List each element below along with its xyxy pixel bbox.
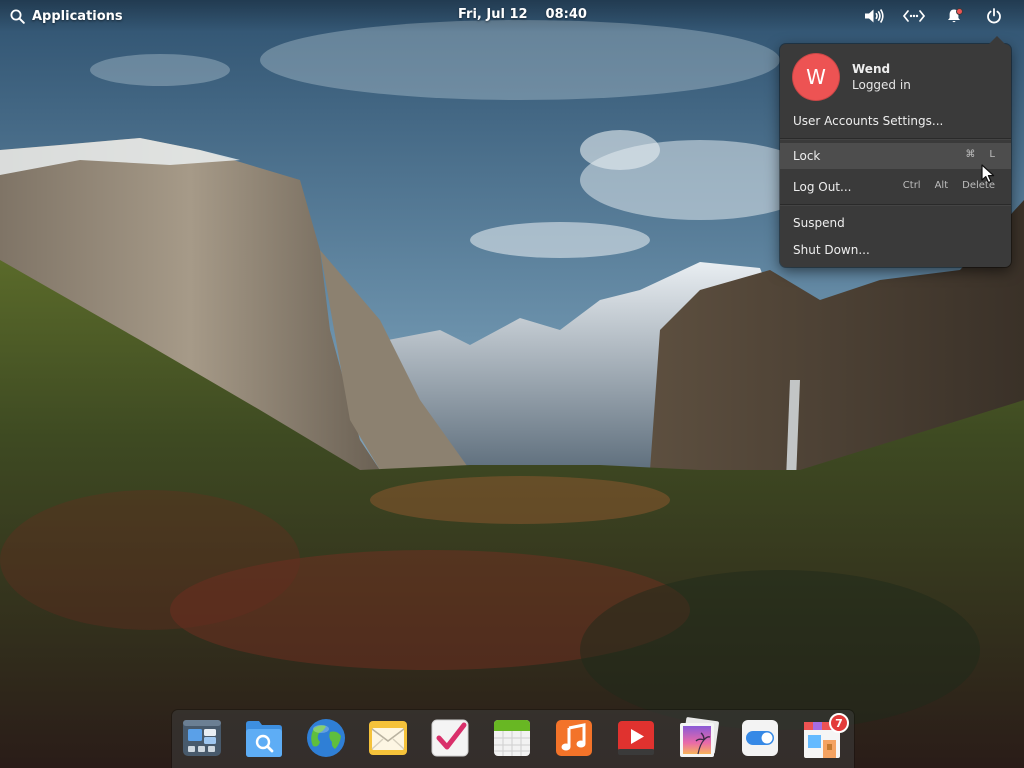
dock-item-mail[interactable] bbox=[366, 716, 410, 760]
date-label: Fri, Jul 12 bbox=[458, 7, 528, 22]
top-panel: Applications Fri, Jul 12 08:40 bbox=[0, 0, 1024, 32]
dock-item-appcenter[interactable]: 7 bbox=[800, 713, 849, 760]
calendar-icon bbox=[494, 720, 530, 756]
dock-item-videos[interactable] bbox=[614, 716, 658, 760]
menu-separator bbox=[780, 138, 1011, 139]
music-icon bbox=[556, 720, 592, 756]
user-name: Wend bbox=[852, 62, 891, 76]
tasks-icon bbox=[431, 719, 469, 757]
network-indicator[interactable] bbox=[894, 4, 934, 28]
applications-label: Applications bbox=[32, 8, 123, 24]
shortcut-key: Ctrl bbox=[902, 180, 921, 191]
dock-item-calendar[interactable] bbox=[490, 716, 534, 760]
user-accounts-settings-label: User Accounts Settings... bbox=[793, 114, 944, 128]
dock-item-files[interactable] bbox=[242, 716, 286, 760]
shortcut-key: L bbox=[989, 149, 995, 160]
volume-icon bbox=[865, 9, 884, 23]
photos-icon bbox=[680, 717, 719, 757]
system-settings-icon bbox=[742, 720, 778, 756]
session-menu-popover: W Wend Logged in User Accounts Settings.… bbox=[780, 36, 1011, 267]
network-icon bbox=[903, 10, 925, 22]
user-account-row[interactable]: W Wend Logged in bbox=[792, 53, 911, 101]
dock-item-system-settings[interactable] bbox=[738, 716, 782, 760]
shut-down-item[interactable]: Shut Down... bbox=[780, 237, 1011, 263]
avatar: W bbox=[792, 53, 840, 101]
applications-menu-button[interactable]: Applications bbox=[10, 6, 123, 26]
mail-icon bbox=[369, 721, 407, 755]
lock-shortcut: ⌘ L bbox=[965, 149, 995, 160]
web-browser-icon bbox=[307, 719, 345, 757]
date-time-indicator[interactable]: Fri, Jul 12 08:40 bbox=[458, 7, 587, 22]
mouse-pointer-icon bbox=[981, 164, 995, 184]
update-count-badge: 7 bbox=[829, 713, 849, 733]
log-out-item[interactable]: Log Out... Ctrl Alt Delete bbox=[780, 174, 1011, 200]
search-icon bbox=[10, 9, 25, 24]
shut-down-label: Shut Down... bbox=[793, 243, 870, 257]
suspend-label: Suspend bbox=[793, 216, 845, 230]
sound-indicator[interactable] bbox=[854, 4, 894, 28]
session-indicator[interactable] bbox=[974, 4, 1014, 28]
menu-separator bbox=[780, 204, 1011, 205]
dock-item-music[interactable] bbox=[552, 716, 596, 760]
dock-item-multitasking-view[interactable] bbox=[180, 716, 224, 760]
time-label: 08:40 bbox=[545, 7, 587, 22]
user-accounts-settings-item[interactable]: User Accounts Settings... bbox=[780, 108, 1011, 134]
log-out-label: Log Out... bbox=[793, 180, 852, 194]
dock-item-tasks[interactable] bbox=[428, 716, 472, 760]
lock-label: Lock bbox=[793, 149, 821, 163]
files-icon bbox=[246, 721, 282, 757]
multitasking-view-icon bbox=[183, 720, 221, 756]
dock: 7 bbox=[172, 710, 854, 768]
dock-item-web-browser[interactable] bbox=[304, 716, 348, 760]
shortcut-key: ⌘ bbox=[965, 149, 976, 160]
shortcut-key: Alt bbox=[934, 180, 949, 191]
dock-item-photos[interactable] bbox=[676, 716, 720, 760]
suspend-item[interactable]: Suspend bbox=[780, 210, 1011, 236]
panel-indicators bbox=[854, 4, 1014, 28]
power-icon bbox=[987, 8, 1001, 24]
lock-item[interactable]: Lock ⌘ L bbox=[780, 143, 1011, 169]
unread-notification-dot bbox=[956, 8, 963, 15]
notifications-indicator[interactable] bbox=[934, 4, 974, 28]
user-status: Logged in bbox=[852, 78, 911, 92]
videos-icon bbox=[618, 721, 654, 755]
